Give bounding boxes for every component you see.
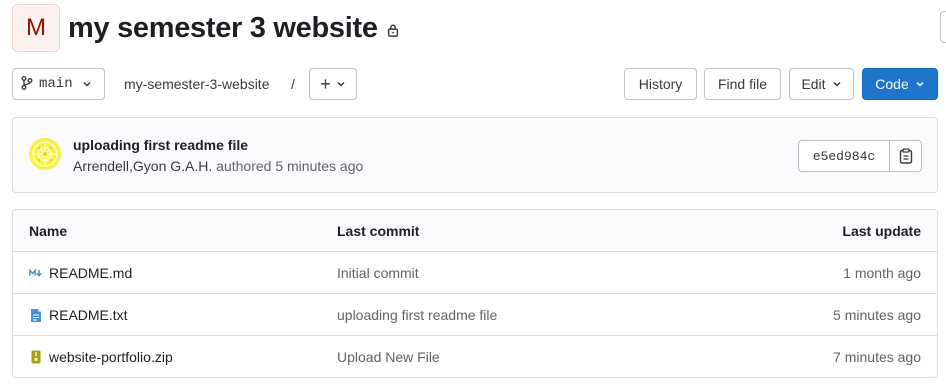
project-title: my semester 3 website [68, 11, 378, 44]
table-row[interactable]: README.md Initial commit 1 month ago [13, 252, 937, 294]
branch-selector[interactable]: main [12, 68, 105, 100]
breadcrumb-repo-link[interactable]: my-semester-3-website [124, 68, 269, 100]
zip-file-icon [29, 349, 43, 365]
file-last-update: 1 month ago [843, 265, 921, 281]
commit-title-link[interactable]: uploading first readme file [73, 137, 248, 153]
code-dropdown-button[interactable]: Code [862, 68, 938, 100]
branch-icon [21, 75, 33, 93]
markdown-icon [29, 265, 43, 281]
table-header-row: Name Last commit Last update [13, 210, 937, 252]
plus-icon: + [320, 74, 331, 94]
branch-name: main [39, 76, 73, 92]
chevron-down-icon [832, 79, 842, 89]
repository-toolbar: main my-semester-3-website / + History F… [12, 68, 938, 100]
breadcrumb-separator: / [291, 76, 295, 92]
file-name[interactable]: README.txt [49, 307, 128, 323]
file-name-link[interactable]: README.md [29, 252, 132, 294]
file-last-commit-link[interactable]: Initial commit [337, 252, 419, 294]
table-row[interactable]: README.txt uploading first readme file 5… [13, 294, 937, 336]
clipboard-icon [899, 148, 913, 164]
project-avatar[interactable]: M [12, 4, 60, 52]
project-header: M my semester 3 website [12, 4, 400, 52]
file-name[interactable]: README.md [49, 265, 132, 281]
chevron-down-icon [82, 79, 92, 89]
history-button[interactable]: History [624, 68, 697, 100]
edit-dropdown-button[interactable]: Edit [789, 68, 854, 100]
commit-authored-time: authored 5 minutes ago [216, 158, 364, 174]
file-last-update: 5 minutes ago [833, 307, 921, 323]
commit-sha-button[interactable]: e5ed984c [798, 140, 890, 172]
file-name-link[interactable]: website-portfolio.zip [29, 336, 173, 377]
chevron-down-icon [915, 79, 925, 89]
find-file-button[interactable]: Find file [704, 68, 781, 100]
add-dropdown-button[interactable]: + [309, 68, 357, 100]
column-header-last-commit: Last commit [337, 223, 420, 239]
commit-sha-group: e5ed984c [798, 140, 922, 172]
author-avatar[interactable] [29, 138, 61, 170]
column-header-name: Name [29, 223, 68, 239]
commit-meta: Arrendell,Gyon G.A.H. authored 5 minutes… [73, 158, 363, 174]
last-commit-panel: uploading first readme file Arrendell,Gy… [12, 117, 938, 193]
chevron-down-icon [336, 79, 346, 89]
file-last-commit-link[interactable]: uploading first readme file [337, 294, 497, 336]
column-header-last-update: Last update [842, 223, 921, 239]
file-name-link[interactable]: README.txt [29, 294, 128, 336]
commit-author-link[interactable]: Arrendell,Gyon G.A.H. [73, 158, 212, 174]
code-label: Code [875, 76, 909, 92]
file-tree-table: Name Last commit Last update README.md I… [12, 209, 938, 378]
text-file-icon [29, 307, 43, 323]
file-last-update: 7 minutes ago [833, 349, 921, 365]
project-actions-button[interactable] [940, 11, 946, 43]
copy-sha-button[interactable] [890, 140, 922, 172]
file-name[interactable]: website-portfolio.zip [49, 349, 173, 365]
file-last-commit-link[interactable]: Upload New File [337, 336, 440, 377]
table-row[interactable]: website-portfolio.zip Upload New File 7 … [13, 336, 937, 377]
lock-icon [386, 23, 400, 37]
edit-label: Edit [801, 76, 826, 92]
